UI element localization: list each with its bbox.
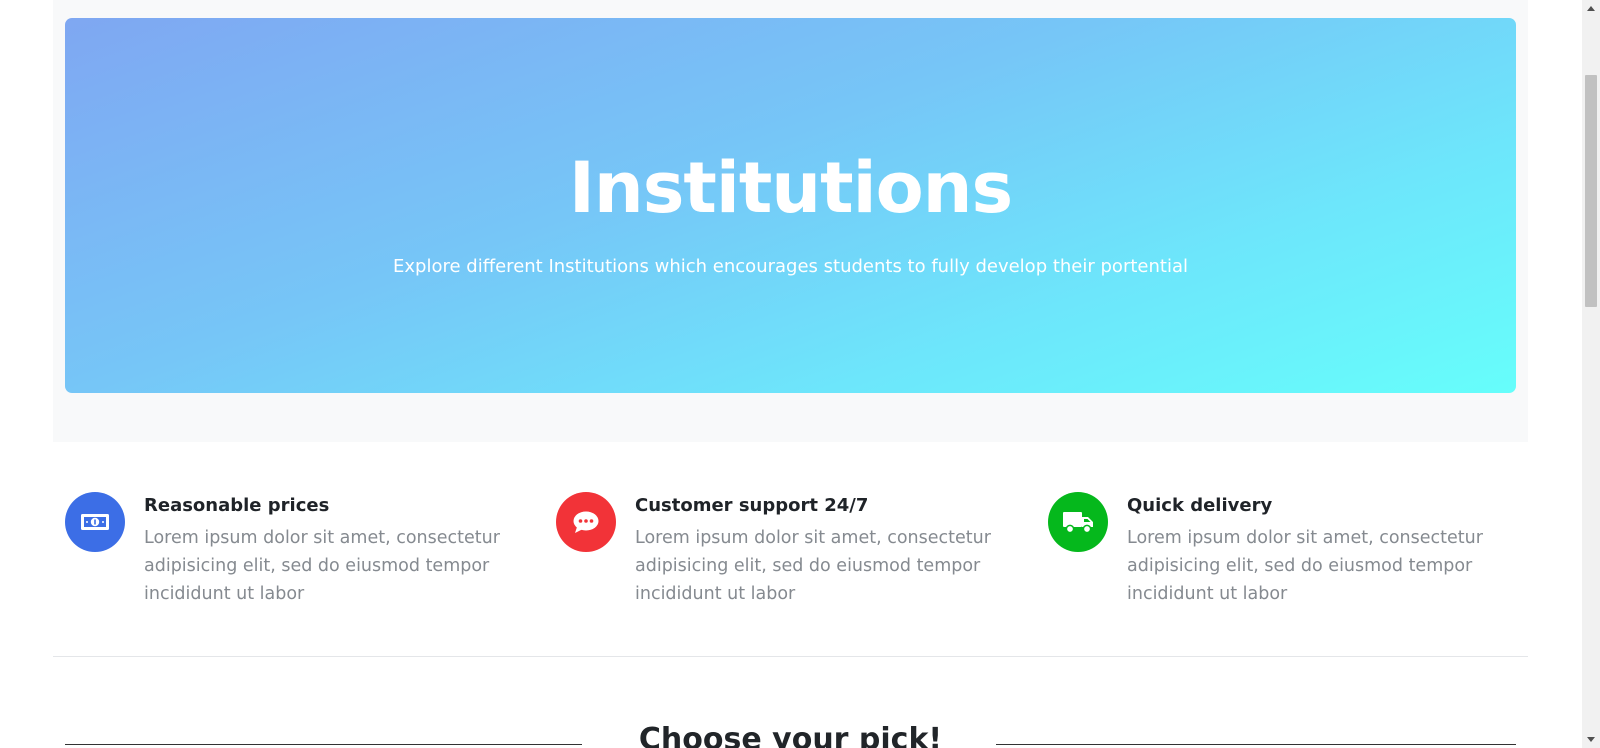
scrollbar-thumb[interactable] [1585,75,1597,307]
scroll-down-arrow-icon[interactable] [1587,737,1595,742]
divider-right [996,744,1516,745]
feature-title: Quick delivery [1127,495,1273,516]
feature-reasonable-prices: Reasonable prices Lorem ipsum dolor sit … [65,492,525,612]
features-section: Reasonable prices Lorem ipsum dolor sit … [53,442,1528,657]
money-bill-icon [65,492,125,552]
choose-pick-section: Choose your pick! [53,712,1528,748]
feature-text: Lorem ipsum dolor sit amet, consectetur … [635,528,991,604]
hero-banner: Institutions Explore different Instituti… [65,18,1516,393]
feature-title: Customer support 24/7 [635,495,869,516]
hero-section: Institutions Explore different Instituti… [53,0,1528,442]
feature-text: Lorem ipsum dolor sit amet, consectetur … [1127,528,1483,604]
chat-bubble-icon [556,492,616,552]
scroll-up-arrow-icon[interactable] [1587,6,1595,11]
hero-title: Institutions [568,147,1013,229]
feature-title: Reasonable prices [144,495,330,516]
feature-quick-delivery: Quick delivery Lorem ipsum dolor sit ame… [1048,492,1508,612]
feature-customer-support: Customer support 24/7 Lorem ipsum dolor … [556,492,1016,612]
vertical-scrollbar[interactable] [1582,0,1600,748]
truck-icon [1048,492,1108,552]
page: Institutions Explore different Instituti… [0,0,1600,748]
hero-subtitle: Explore different Institutions which enc… [393,256,1188,277]
feature-text: Lorem ipsum dolor sit amet, consectetur … [144,528,500,604]
